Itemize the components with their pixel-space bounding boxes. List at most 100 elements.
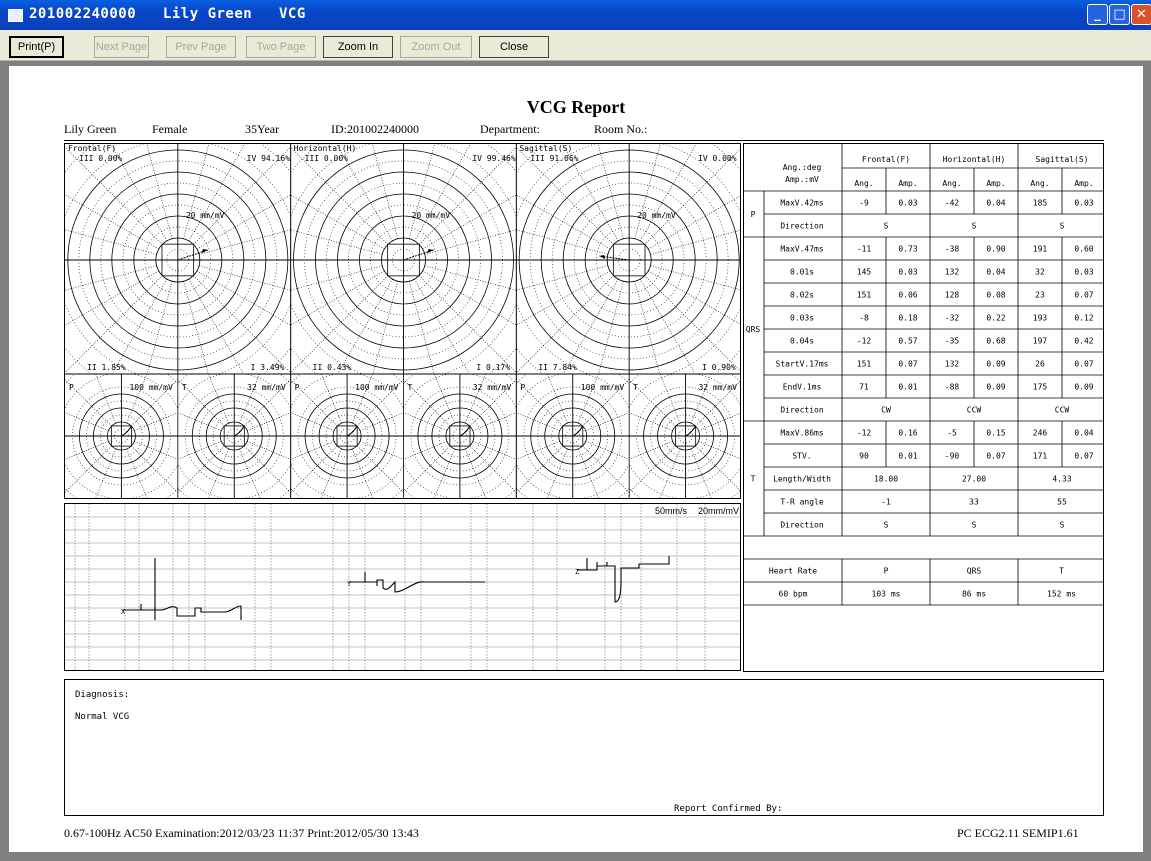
polar-grid-large-1 bbox=[65, 144, 291, 374]
small-left-label-1: II 1.85% bbox=[87, 363, 126, 372]
ecg-strip-panel: 50mm/s 20mm/mV X Y Z bbox=[64, 503, 741, 671]
maximize-button[interactable]: □ bbox=[1109, 4, 1130, 25]
group-label-t: T bbox=[751, 475, 756, 484]
t-loop-label-2: T bbox=[408, 383, 413, 392]
row-label-qrs-8: Direction bbox=[780, 406, 824, 415]
polar-grid-small-2-1 bbox=[290, 374, 404, 498]
footer-filter-dates: 0.67-100Hz AC50 Examination:2012/03/23 1… bbox=[64, 826, 419, 840]
toolbar: Print(P) Next Page Prev Page Two Page Zo… bbox=[0, 30, 1151, 61]
plane-label-2: Horizontal(H) bbox=[294, 144, 357, 153]
plane-header-1: Frontal(F) bbox=[862, 155, 910, 164]
cell-qrs-1-4: 0.90 bbox=[986, 245, 1005, 254]
close-window-button[interactable]: ✕ bbox=[1131, 4, 1151, 25]
cell-qrs-1-3: -38 bbox=[945, 245, 960, 254]
small-right-label-3: I 0.90% bbox=[702, 363, 736, 372]
minimize-button[interactable]: _ bbox=[1087, 4, 1108, 25]
cell-p-1-6: 0.03 bbox=[1074, 199, 1093, 208]
patient-name: Lily Green bbox=[64, 122, 117, 136]
row-label-qrs-7: EndV.1ms bbox=[783, 383, 822, 392]
window-icon bbox=[8, 9, 23, 22]
hr-header-2: P bbox=[884, 567, 889, 576]
cell-qrs-5-6: 0.42 bbox=[1074, 337, 1093, 346]
cell-t-1-1: -12 bbox=[857, 429, 872, 438]
diagnosis-box: Diagnosis: Normal VCG Report Confirmed B… bbox=[64, 679, 1104, 816]
next-page-button[interactable]: Next Page bbox=[94, 36, 149, 58]
cell-qrs-7-2: 0.01 bbox=[898, 383, 917, 392]
sub-header-3: Ang. bbox=[942, 179, 961, 188]
p-loop-scale-3: 100 mm/mV bbox=[581, 383, 625, 392]
cell-qrs-2-5: 32 bbox=[1035, 268, 1045, 277]
p-loop-label-1: P bbox=[69, 383, 74, 392]
hr-value-3: 86 ms bbox=[962, 590, 986, 599]
print-button[interactable]: Print(P) bbox=[9, 36, 64, 58]
patient-id: ID:201002240000 bbox=[331, 122, 419, 136]
loop-right-label-3: IV 0.00% bbox=[698, 154, 737, 163]
cell-qrs-4-1: -8 bbox=[859, 314, 869, 323]
cell-p-1-5: 185 bbox=[1033, 199, 1048, 208]
patient-sex: Female bbox=[152, 122, 188, 136]
row-label-qrs-5: 0.04s bbox=[790, 337, 814, 346]
prev-page-button[interactable]: Prev Page bbox=[166, 36, 236, 58]
plane-label-1: Frontal(F) bbox=[68, 144, 116, 153]
polar-grid-small-2-2 bbox=[403, 374, 517, 498]
cell-qrs-3-3: 128 bbox=[945, 291, 960, 300]
row-label-qrs-2: 0.01s bbox=[790, 268, 814, 277]
cell-t-1-2: 0.16 bbox=[898, 429, 917, 438]
cell-qrs-6-4: 0.09 bbox=[986, 360, 1005, 369]
two-page-button[interactable]: Two Page bbox=[246, 36, 316, 58]
t-loop-label-3: T bbox=[633, 383, 638, 392]
hr-value-2: 103 ms bbox=[872, 590, 901, 599]
cell-t-1-6: 0.04 bbox=[1074, 429, 1093, 438]
small-left-label-3: II 7.84% bbox=[538, 363, 577, 372]
cell-qrs-2-1: 145 bbox=[857, 268, 872, 277]
cell-p-1-1: -9 bbox=[859, 199, 869, 208]
cell-qrs-4-2: 0.18 bbox=[898, 314, 917, 323]
measurement-table-svg: Ang.:deg Amp.:mV Frontal(F) Horizontal(H) Sa… bbox=[744, 144, 1103, 606]
cell-qrs-1-6: 0.60 bbox=[1074, 245, 1093, 254]
merged-t-3-1: 18.00 bbox=[874, 475, 898, 484]
zoom-in-button[interactable]: Zoom In bbox=[323, 36, 393, 58]
hr-value-1: 60 bpm bbox=[779, 590, 808, 599]
p-loop-label-2: P bbox=[295, 383, 300, 392]
cell-t-2-1: 90 bbox=[859, 452, 869, 461]
close-button[interactable]: Close bbox=[479, 36, 549, 58]
cell-qrs-1-2: 0.73 bbox=[898, 245, 917, 254]
room-label: Room No.: bbox=[594, 122, 648, 136]
loop-right-label-2: IV 99.46% bbox=[472, 154, 516, 163]
cell-qrs-3-5: 23 bbox=[1035, 291, 1045, 300]
cell-qrs-4-5: 193 bbox=[1033, 314, 1048, 323]
polar-grid-small-1-2 bbox=[177, 374, 291, 498]
row-label-qrs-1: MaxV.47ms bbox=[780, 245, 824, 254]
p-loop-label-3: P bbox=[520, 383, 525, 392]
merged-t-4-1: -1 bbox=[881, 498, 891, 507]
small-loop-trace bbox=[572, 425, 584, 437]
sub-header-5: Ang. bbox=[1030, 179, 1049, 188]
cell-p-1-3: -42 bbox=[945, 199, 960, 208]
plane-header-2: Horizontal(H) bbox=[943, 155, 1006, 164]
cell-qrs-1-1: -11 bbox=[857, 245, 872, 254]
cell-p-1-4: 0.04 bbox=[986, 199, 1005, 208]
cell-qrs-2-3: 132 bbox=[945, 268, 960, 277]
vcg-loops-panel: Frontal(F) III 0.00% IV 94.16% 20 mm/mV Hori… bbox=[64, 143, 741, 499]
cell-t-1-5: 246 bbox=[1033, 429, 1048, 438]
report-title: VCG Report bbox=[526, 97, 626, 117]
cell-qrs-6-2: 0.07 bbox=[898, 360, 917, 369]
cell-qrs-4-3: -32 bbox=[945, 314, 960, 323]
vcg-loop-trace-1 bbox=[177, 249, 208, 261]
cell-qrs-7-1: 71 bbox=[859, 383, 869, 392]
row-label-p-1: MaxV.42ms bbox=[780, 199, 824, 208]
merged-qrs-8-1: CW bbox=[881, 406, 891, 415]
small-loop-trace bbox=[121, 425, 132, 437]
small-loop-trace bbox=[459, 425, 471, 437]
vcg-loop-trace-3 bbox=[599, 255, 630, 261]
title-bar[interactable]: 201002240000 Lily Green VCG _ □ ✕ bbox=[0, 0, 1151, 30]
loop-panel-1: Frontal(F)III 0.00% IV 94.16% 20 mm/mV bbox=[65, 144, 291, 374]
cell-qrs-1-5: 191 bbox=[1033, 245, 1048, 254]
hr-header-3: QRS bbox=[967, 567, 982, 576]
zoom-out-button[interactable]: Zoom Out bbox=[400, 36, 472, 58]
cell-qrs-6-3: 132 bbox=[945, 360, 960, 369]
header-divider bbox=[64, 140, 1104, 141]
merged-t-3-3: 4.33 bbox=[1052, 475, 1071, 484]
ecg-lead-y-label: Y bbox=[347, 580, 352, 588]
row-label-t-1: MaxV.86ms bbox=[780, 429, 824, 438]
